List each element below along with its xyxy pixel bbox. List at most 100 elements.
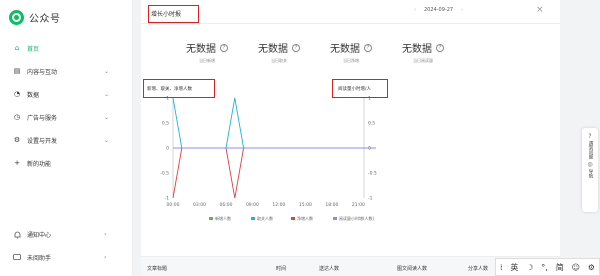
legend-label: 阅读量小时增(人数) xyxy=(339,215,375,221)
col-article-title: 文章标题 xyxy=(147,266,168,272)
date-picker[interactable]: ‹ 2024-09-27 › xyxy=(406,7,471,13)
legend-label: 取关人数 xyxy=(257,215,273,221)
sidebar: 公众号 ⌂ 首页 ▤ 内容与互动 ⌄ ◔ 数据 ⌄ ◷ 广告与服务 ⌄ ⚙ 设置… xyxy=(0,0,133,276)
sidebar-item-settings[interactable]: ⚙ 设置与开发 ⌄ xyxy=(0,129,133,152)
wechat-logo-icon xyxy=(9,10,24,25)
sidebar-item-home[interactable]: ⌂ 首页 xyxy=(0,37,133,60)
ad-icon: ◷ xyxy=(13,113,21,121)
help-icon[interactable]: ? xyxy=(220,43,228,52)
sidebar-item-notifications[interactable]: 通知中心 › xyxy=(0,223,133,246)
y-tick-label: -1 xyxy=(165,196,170,202)
sidebar-item-ads[interactable]: ◷ 广告与服务 ⌄ xyxy=(0,106,133,129)
punctuation-icon[interactable]: °, xyxy=(541,263,548,272)
help-label[interactable]: 遇到问题 xyxy=(587,141,593,159)
ime-toolbar: ⁞ 英 ☽ °, 简 ☺ ⚙ xyxy=(495,258,600,276)
chevron-down-icon: ⌄ xyxy=(104,114,110,121)
stat-value: 无数据 xyxy=(258,44,288,55)
panel-header: 增长小时报 ‹ 2024-09-27 › × xyxy=(141,0,560,24)
y2-tick-label: -0.5 xyxy=(368,171,377,177)
ime-english-toggle[interactable]: 英 xyxy=(510,262,518,273)
settings-icon[interactable]: ⚙ xyxy=(588,263,595,272)
gear-icon: ⚙ xyxy=(13,136,21,144)
legend-label: 新增人数 xyxy=(215,215,231,221)
y-tick-label: 0.5 xyxy=(162,121,169,127)
chart-plot: -1-0.500.51-1-0.500.5100:00 03:00 06:00 09:… xyxy=(160,96,377,222)
stat-label: 当日新增 xyxy=(199,58,215,63)
sidebar-item-label: 设置与开发 xyxy=(27,138,58,145)
sidebar-item-label: 未阅助手 xyxy=(27,255,52,262)
stat-reads: 无数据? 当日阅读量 xyxy=(383,40,463,64)
next-day-icon[interactable]: › xyxy=(461,7,463,13)
close-icon[interactable]: × xyxy=(536,5,544,15)
help-icon[interactable]: ? xyxy=(364,43,372,52)
date-value: 2024-09-27 xyxy=(424,7,454,13)
y2-tick-label: -1 xyxy=(368,196,373,202)
legend-swatch xyxy=(333,217,337,220)
help-icon[interactable]: ? xyxy=(436,43,444,52)
stat-label: 当日阅读量 xyxy=(413,58,433,63)
compass-icon[interactable]: ◎ xyxy=(587,161,592,168)
legend-swatch xyxy=(251,217,255,220)
legend-label: 净增人数 xyxy=(297,215,313,221)
sidebar-item-label: 广告与服务 xyxy=(27,115,58,122)
ime-handle-icon[interactable]: ⁞ xyxy=(500,263,503,272)
bell-icon xyxy=(13,231,21,239)
app-logo[interactable]: 公众号 xyxy=(9,10,61,25)
sidebar-item-label: 通知中心 xyxy=(27,232,52,239)
message-icon xyxy=(13,254,21,262)
sidebar-nav: ⌂ 首页 ▤ 内容与互动 ⌄ ◔ 数据 ⌄ ◷ 广告与服务 ⌄ ⚙ 设置与开发 … xyxy=(0,37,133,175)
y-tick-label: 0 xyxy=(166,146,169,152)
x-tick-label: 09:00 xyxy=(246,202,259,208)
x-tick-label: 18:00 xyxy=(325,202,338,208)
stat-net-growth: 无数据? 当日净增 xyxy=(311,40,391,64)
y2-tick-label: 0.5 xyxy=(368,121,375,127)
sidebar-item-label: 内容与互动 xyxy=(27,69,58,76)
title-highlight-box xyxy=(148,5,199,23)
sidebar-item-label: 新的功能 xyxy=(27,161,52,168)
col-readers: 图文阅读人数 xyxy=(397,266,428,272)
sidebar-item-label: 数据 xyxy=(27,92,40,99)
x-tick-label: 21:00 xyxy=(352,202,365,208)
col-time: 时间 xyxy=(276,266,287,272)
document-icon: ▤ xyxy=(13,67,21,75)
growth-hourly-panel: 增长小时报 ‹ 2024-09-27 › × 无数据? 当日新增 无数据? 当日… xyxy=(141,0,560,276)
y-tick-label: -0.5 xyxy=(160,171,169,177)
legend-swatch xyxy=(209,217,213,220)
stat-label: 当日净增 xyxy=(343,58,359,63)
chevron-down-icon: ⌄ xyxy=(104,91,110,98)
plus-icon: + xyxy=(14,159,20,167)
stat-unfollows: 无数据? 当日取关 xyxy=(239,40,319,64)
y2-tick-label: 0 xyxy=(368,146,371,152)
sidebar-item-label: 首页 xyxy=(27,46,40,53)
x-tick-label: 06:00 xyxy=(219,202,232,208)
stat-value: 无数据 xyxy=(186,44,216,55)
home-icon: ⌂ xyxy=(14,44,20,52)
sidebar-item-content[interactable]: ▤ 内容与互动 ⌄ xyxy=(0,60,133,83)
prev-day-icon[interactable]: ‹ xyxy=(414,7,416,13)
col-delivered: 送达人数 xyxy=(319,266,340,272)
chart-icon: ◔ xyxy=(13,90,21,98)
sidebar-bottom: 通知中心 › 未阅助手 › xyxy=(0,223,133,269)
emoji-icon[interactable]: ☺ xyxy=(572,263,580,272)
sidebar-item-assistant[interactable]: 未阅助手 › xyxy=(0,246,133,269)
sidebar-item-new-features[interactable]: + 新的功能 xyxy=(0,152,133,175)
help-icon[interactable]: ? xyxy=(588,133,591,140)
floating-help-card: ? 遇到问题 ◎ 导航 xyxy=(582,128,598,212)
chevron-right-icon: › xyxy=(104,231,107,238)
chevron-right-icon: › xyxy=(104,254,107,261)
series-line-1 xyxy=(172,97,376,149)
legend-swatch xyxy=(291,217,295,220)
stat-value: 无数据 xyxy=(330,44,360,55)
stat-value: 无数据 xyxy=(402,44,432,55)
app-name: 公众号 xyxy=(29,14,61,25)
series-line-2 xyxy=(172,147,376,199)
x-tick-label: 15:00 xyxy=(299,202,312,208)
chevron-down-icon: ⌄ xyxy=(104,137,110,144)
stat-new-followers: 无数据? 当日新增 xyxy=(167,40,247,64)
nav-label[interactable]: 导航 xyxy=(587,169,593,178)
help-icon[interactable]: ? xyxy=(292,43,300,52)
moon-icon[interactable]: ☽ xyxy=(526,263,533,272)
sidebar-item-data[interactable]: ◔ 数据 ⌄ xyxy=(0,83,133,106)
ime-simplified-toggle[interactable]: 简 xyxy=(556,262,564,273)
right-axis-highlight-box xyxy=(332,79,388,98)
